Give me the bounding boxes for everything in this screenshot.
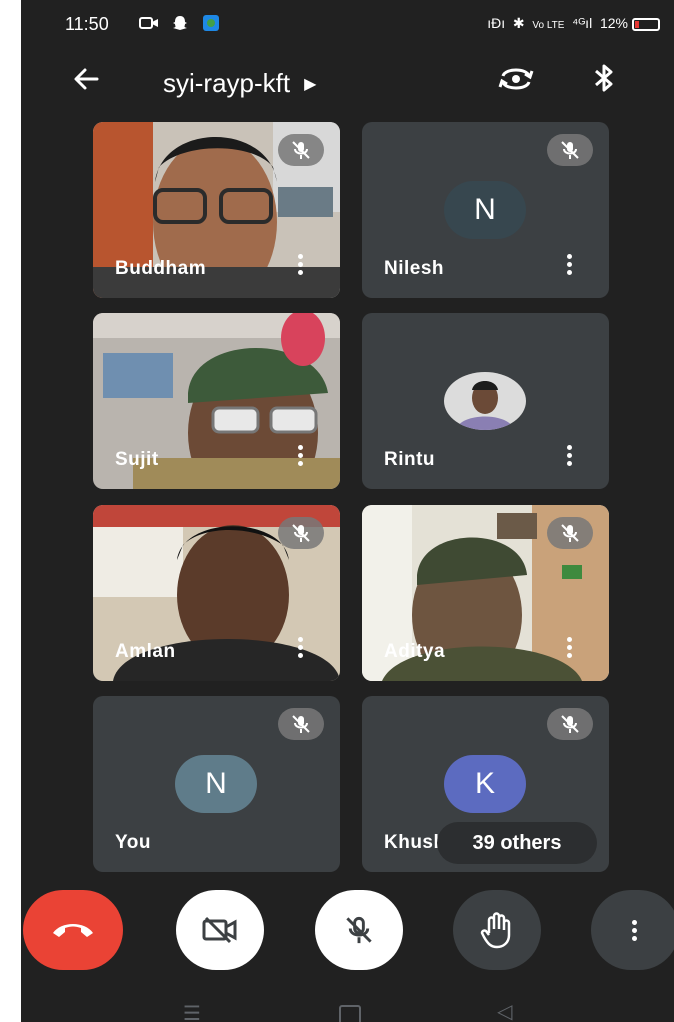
battery-percent: 12%	[599, 15, 628, 31]
mic-off-icon	[278, 134, 324, 166]
mic-off-icon	[278, 708, 324, 740]
avatar: N	[175, 755, 257, 813]
snapchat-icon	[173, 16, 188, 30]
more-vert-icon[interactable]	[298, 637, 304, 661]
participant-tile[interactable]: N Nilesh	[362, 122, 609, 298]
more-vert-icon	[632, 919, 638, 941]
end-call-button[interactable]	[23, 890, 123, 970]
avatar: K	[444, 755, 526, 813]
participant-tile[interactable]: Amlan	[93, 505, 340, 681]
bluetooth-icon[interactable]	[591, 62, 617, 102]
more-vert-icon[interactable]	[567, 445, 573, 469]
participant-name: Rintu	[384, 449, 436, 470]
status-bar: 11:50 ıÐı ✱ Vo LTE ⁴ᴳıl 12%	[21, 0, 674, 50]
switch-camera-icon[interactable]	[497, 64, 535, 101]
videocam-off-icon	[202, 916, 237, 944]
others-button[interactable]: 39 others	[437, 822, 597, 864]
status-right-icons: ıÐı ✱ Vo LTE ⁴ᴳıl 12%	[487, 15, 628, 32]
hand-icon	[480, 912, 511, 949]
raise-hand-button[interactable]	[453, 890, 541, 970]
meeting-title[interactable]: syi-rayp-kft ▶	[163, 68, 316, 99]
signal-icon: ⁴ᴳıl	[572, 15, 593, 31]
status-time: 11:50	[65, 14, 109, 34]
avatar: N	[444, 181, 526, 239]
participant-name: You	[115, 832, 151, 853]
participant-name: Buddham	[115, 258, 207, 279]
participant-tile[interactable]: Sujit	[93, 313, 340, 489]
system-nav-bar: ☰ ◁	[21, 995, 674, 1022]
screen-record-icon	[139, 17, 158, 29]
mic-off-icon	[346, 916, 372, 944]
camera-toggle-button[interactable]	[176, 890, 264, 970]
meeting-header: syi-rayp-kft ▶	[21, 58, 674, 114]
participant-tile[interactable]: Rintu	[362, 313, 609, 489]
volte-icon: Vo LTE	[532, 20, 565, 31]
arrow-back-icon[interactable]	[71, 64, 101, 102]
call-end-icon	[53, 924, 93, 937]
more-vert-icon[interactable]	[567, 637, 573, 661]
meet-screen: 11:50 ıÐı ✱ Vo LTE ⁴ᴳıl 12% syi-rayp-kft…	[21, 0, 674, 1022]
more-options-button[interactable]	[591, 890, 674, 970]
app-icon	[202, 15, 219, 31]
participant-name: Amlan	[115, 641, 176, 662]
play-arrow-icon: ▶	[304, 76, 317, 93]
mic-off-icon	[547, 708, 593, 740]
more-vert-icon[interactable]	[298, 445, 304, 469]
vibrate-icon: ıÐı	[487, 15, 506, 31]
participant-tile-self[interactable]: N You	[93, 696, 340, 872]
participant-name: Aditya	[384, 641, 446, 662]
participant-name: Sujit	[115, 449, 159, 470]
more-vert-icon[interactable]	[567, 254, 573, 278]
more-vert-icon[interactable]	[298, 254, 304, 278]
participant-name: Nilesh	[384, 258, 445, 279]
meeting-code: syi-rayp-kft	[163, 68, 291, 98]
mic-off-icon	[547, 517, 593, 549]
participant-tile[interactable]: Buddham	[93, 122, 340, 298]
mic-off-icon	[278, 517, 324, 549]
battery-icon	[632, 18, 660, 31]
bluetooth-status-icon: ✱	[512, 15, 525, 31]
notification-icons	[139, 14, 220, 34]
recent-apps-icon[interactable]: ☰	[183, 1001, 201, 1022]
participant-tile[interactable]: Aditya	[362, 505, 609, 681]
back-nav-icon[interactable]: ◁	[497, 999, 512, 1022]
mic-toggle-button[interactable]	[315, 890, 403, 970]
mic-off-icon	[547, 134, 593, 166]
avatar-photo	[444, 372, 526, 430]
home-icon[interactable]	[339, 1005, 361, 1022]
